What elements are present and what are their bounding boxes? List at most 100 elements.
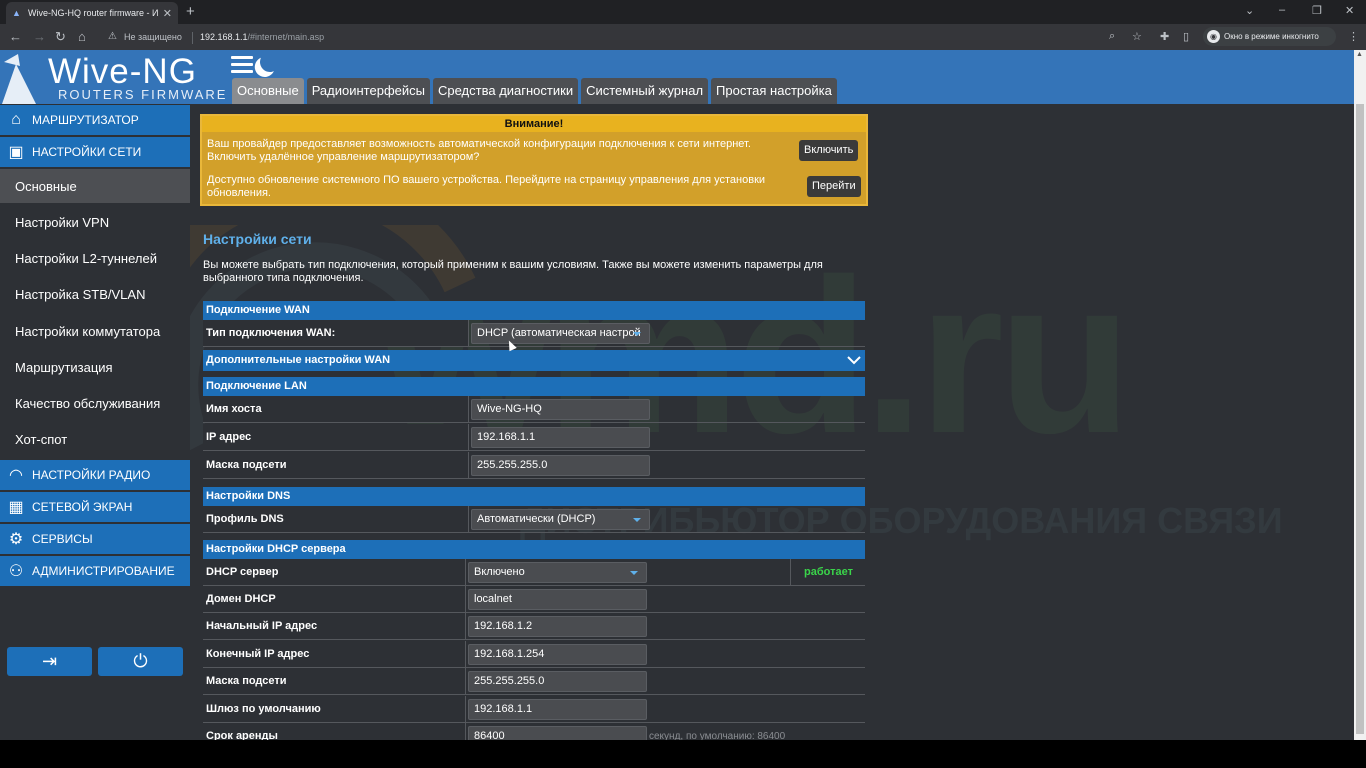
dhcp-start-input[interactable]: 192.168.1.2 bbox=[468, 616, 647, 637]
sidebar: ⌂ МАРШРУТИЗАТОР ▣ НАСТРОЙКИ СЕТИ Основные … bbox=[0, 104, 190, 740]
browser-menu-icon[interactable]: ⋮ bbox=[1348, 30, 1359, 43]
sidebar-item-router[interactable]: ⌂ МАРШРУТИЗАТОР bbox=[0, 105, 190, 135]
close-window-icon[interactable]: ✕ bbox=[1345, 4, 1354, 17]
dhcp-domain-input[interactable]: localnet bbox=[468, 589, 647, 610]
incognito-badge[interactable]: ◉ Окно в режиме инкогнито bbox=[1203, 27, 1336, 46]
minimize-icon[interactable]: – bbox=[1279, 4, 1285, 16]
form-row-dhcp-mask: Маска подсети 255.255.255.0 bbox=[203, 668, 865, 695]
wan-type-select[interactable]: DHCP (автоматическая настрой bbox=[471, 323, 650, 344]
restore-icon[interactable]: ❐ bbox=[1312, 4, 1322, 17]
tab-system-log[interactable]: Системный журнал bbox=[581, 78, 709, 104]
wive-logo-icon bbox=[2, 54, 36, 104]
form-row-dhcp-lease: Срок аренды 86400 секунд, по умолчанию: … bbox=[203, 723, 865, 740]
top-tabs: Основные Радиоинтерфейсы Средства диагно… bbox=[232, 78, 840, 104]
browser-tab-bar: ▲ Wive-NG-HQ router firmware - И ✕ + ⌄ –… bbox=[0, 0, 1366, 24]
hostname-input[interactable]: Wive-NG-HQ bbox=[471, 399, 650, 420]
bookmark-star-icon[interactable]: ☆ bbox=[1132, 30, 1142, 43]
power-icon: ⏻ bbox=[133, 651, 148, 671]
dns-profile-select[interactable]: Автоматически (DHCP) bbox=[471, 509, 650, 530]
sidebar-item-network[interactable]: ▣ НАСТРОЙКИ СЕТИ bbox=[0, 137, 190, 167]
forward-icon[interactable]: → bbox=[33, 29, 46, 44]
firewall-icon: ▦ bbox=[8, 499, 24, 516]
warning-icon[interactable]: ⚠ bbox=[108, 31, 117, 42]
reboot-button[interactable]: ⏻ bbox=[98, 647, 183, 676]
sidebar-subitem-routing[interactable]: Маршрутизация bbox=[0, 350, 190, 384]
dhcp-lease-label: Срок аренды bbox=[203, 723, 466, 740]
hostname-label: Имя хоста bbox=[203, 396, 469, 422]
url-host: 192.168.1.1 bbox=[200, 32, 248, 42]
form-row-dhcp-start: Начальный IP адрес 192.168.1.2 bbox=[203, 613, 865, 640]
url-field[interactable]: 192.168.1.1/#internet/main.asp bbox=[200, 32, 324, 42]
router-header: Wive-NG ROUTERS FIRMWARE Основные Радиои… bbox=[0, 50, 1354, 104]
attention-alert: Внимание! Ваш провайдер предоставляет во… bbox=[200, 114, 868, 206]
extensions-icon[interactable]: ✚ bbox=[1160, 30, 1169, 43]
network-icon: ▣ bbox=[8, 144, 24, 161]
chevron-down-icon bbox=[847, 356, 861, 365]
dark-mode-icon[interactable] bbox=[258, 50, 281, 73]
sidebar-item-services[interactable]: ⚙ СЕРВИСЫ bbox=[0, 524, 190, 554]
dhcp-lease-input[interactable]: 86400 bbox=[468, 726, 647, 740]
form-row-dhcp-server: DHCP сервер Включено работает bbox=[203, 559, 865, 586]
lan-ip-input[interactable]: 192.168.1.1 bbox=[471, 427, 650, 448]
tab-radio-interfaces[interactable]: Радиоинтерфейсы bbox=[306, 78, 430, 104]
zoom-icon[interactable]: ⌕ bbox=[1109, 30, 1115, 43]
not-secure-label[interactable]: Не защищено bbox=[124, 32, 182, 42]
dhcp-gateway-label: Шлюз по умолчанию bbox=[203, 696, 466, 722]
close-tab-icon[interactable]: ✕ bbox=[163, 7, 172, 20]
row-divider bbox=[790, 559, 791, 585]
sidebar-subitem-stb-vlan[interactable]: Настройка STB/VLAN bbox=[0, 277, 190, 311]
form-row-hostname: Имя хоста Wive-NG-HQ bbox=[203, 396, 865, 423]
dhcp-gateway-input[interactable]: 192.168.1.1 bbox=[468, 699, 647, 720]
home-icon[interactable]: ⌂ bbox=[78, 29, 86, 44]
reload-icon[interactable]: ↻ bbox=[55, 29, 66, 45]
dhcp-mask-label: Маска подсети bbox=[203, 668, 466, 694]
alert-update-message: Доступно обновление системного ПО вашего… bbox=[207, 174, 766, 199]
page-description: Вы можете выбрать тип подключения, котор… bbox=[203, 259, 823, 284]
go-update-button[interactable]: Перейти bbox=[807, 176, 861, 197]
form-row-dhcp-domain: Домен DHCP localnet bbox=[203, 586, 865, 613]
form-row-dns-profile: Профиль DNS Автоматически (DHCP) bbox=[203, 506, 865, 533]
enable-remote-button[interactable]: Включить bbox=[799, 140, 859, 161]
dhcp-mask-input[interactable]: 255.255.255.0 bbox=[468, 671, 647, 692]
browser-tab[interactable]: ▲ Wive-NG-HQ router firmware - И ✕ bbox=[6, 2, 178, 24]
scroll-up-icon[interactable]: ▲ bbox=[1356, 51, 1363, 58]
new-tab-icon[interactable]: + bbox=[186, 3, 195, 20]
tab-search-icon[interactable]: ⌄ bbox=[1245, 4, 1254, 17]
scrollbar-thumb[interactable] bbox=[1356, 104, 1364, 734]
lan-mask-input[interactable]: 255.255.255.0 bbox=[471, 455, 650, 476]
browser-tab-title: Wive-NG-HQ router firmware - И bbox=[28, 8, 159, 18]
sidebar-subitem-vpn[interactable]: Настройки VPN bbox=[0, 205, 190, 239]
wan-advanced-toggle[interactable]: Дополнительные настройки WAN bbox=[203, 350, 865, 371]
dhcp-end-input[interactable]: 192.168.1.254 bbox=[468, 644, 647, 665]
incognito-icon: ◉ bbox=[1207, 30, 1220, 43]
sidebar-subitem-l2-tunnels[interactable]: Настройки L2-туннелей bbox=[0, 241, 190, 275]
sidebar-item-label: СЕРВИСЫ bbox=[32, 532, 93, 546]
dhcp-lease-note: секунд, по умолчанию: 86400 bbox=[649, 731, 786, 740]
sidebar-subitem-switch[interactable]: Настройки коммутатора bbox=[0, 314, 190, 348]
sidebar-item-label: СЕТЕВОЙ ЭКРАН bbox=[32, 500, 133, 514]
logout-button[interactable]: ⇥ bbox=[7, 647, 92, 676]
sidebar-item-firewall[interactable]: ▦ СЕТЕВОЙ ЭКРАН bbox=[0, 492, 190, 522]
home-icon: ⌂ bbox=[11, 111, 21, 128]
sidebar-item-label: НАСТРОЙКИ РАДИО bbox=[32, 468, 151, 482]
tab-simple-setup[interactable]: Простая настройка bbox=[711, 78, 837, 104]
gear-icon: ⚙ bbox=[8, 531, 24, 548]
dhcp-server-label: DHCP сервер bbox=[203, 559, 466, 585]
bottom-black-bar bbox=[0, 740, 1366, 768]
section-dns: Настройки DNS bbox=[203, 487, 865, 506]
dhcp-start-label: Начальный IP адрес bbox=[203, 613, 466, 639]
sidebar-item-admin[interactable]: ⚇ АДМИНИСТРИРОВАНИЕ bbox=[0, 556, 190, 586]
page-title: Настройки сети bbox=[203, 231, 312, 247]
sidebar-item-radio[interactable]: ◠ НАСТРОЙКИ РАДИО bbox=[0, 460, 190, 490]
back-icon[interactable]: ← bbox=[9, 29, 22, 44]
side-panel-icon[interactable]: ▯ bbox=[1183, 30, 1189, 43]
sidebar-subitem-basic[interactable]: Основные bbox=[0, 169, 190, 203]
sidebar-subitem-hotspot[interactable]: Хот-спот bbox=[0, 422, 190, 456]
tab-basic[interactable]: Основные bbox=[232, 78, 304, 104]
sidebar-subitem-qos[interactable]: Качество обслуживания bbox=[0, 386, 190, 420]
logout-icon: ⇥ bbox=[41, 651, 58, 671]
tab-diagnostics[interactable]: Средства диагностики bbox=[432, 78, 579, 104]
menu-toggle-icon[interactable] bbox=[231, 56, 253, 74]
wan-type-label: Тип подключения WAN: bbox=[203, 320, 469, 346]
dhcp-server-select[interactable]: Включено bbox=[468, 562, 647, 583]
